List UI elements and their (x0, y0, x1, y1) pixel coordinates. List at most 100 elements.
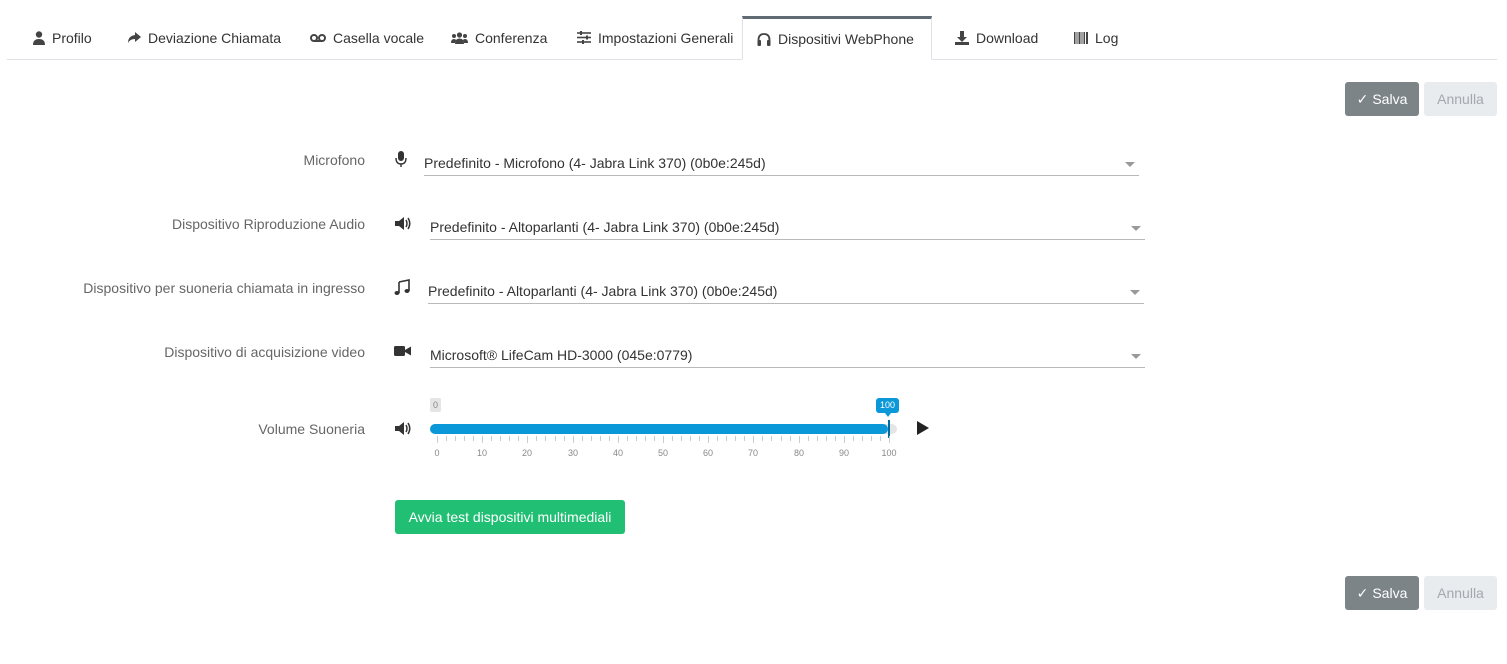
slider-tick (726, 436, 727, 441)
headphones-icon (757, 32, 771, 46)
slider-fill (430, 424, 888, 434)
slider-tick-label: 20 (521, 448, 533, 458)
slider-tick-label: 10 (476, 448, 488, 458)
microphone-select[interactable]: Predefinito - Microfono (4- Jabra Link 3… (424, 154, 1139, 176)
slider-tick (473, 436, 474, 441)
volume-icon (395, 422, 411, 435)
music-icon (394, 279, 410, 295)
slider-tick (491, 436, 492, 441)
sliders-icon (577, 31, 591, 44)
slider-tick (781, 436, 782, 441)
slider-tick (808, 436, 809, 441)
save-label: Salva (1372, 91, 1408, 107)
tab-download[interactable]: Download (941, 16, 1052, 59)
cancel-button-bottom[interactable]: Annulla (1424, 576, 1497, 610)
chevron-down-icon (1130, 290, 1140, 295)
slider-tick (690, 436, 691, 441)
slider-tick (790, 436, 791, 441)
cancel-button-top[interactable]: Annulla (1424, 82, 1497, 116)
play-icon[interactable] (917, 421, 929, 435)
slider-tick (518, 436, 519, 441)
slider-tick (464, 436, 465, 441)
slider-tick (771, 436, 772, 441)
slider-tick-label: 70 (747, 448, 759, 458)
slider-tick (844, 436, 845, 443)
slider-tick (591, 436, 592, 441)
slider-tick (735, 436, 736, 441)
tab-profilo[interactable]: Profilo (19, 16, 106, 59)
slider-tick (826, 436, 827, 441)
share-icon (128, 31, 141, 43)
tab-conferenza[interactable]: Conferenza (437, 16, 561, 59)
slider-tick-label: 60 (702, 448, 714, 458)
volume-icon (395, 217, 411, 230)
slider-tick (455, 436, 456, 441)
slider-tick (555, 436, 556, 441)
microphone-value: Predefinito - Microfono (4- Jabra Link 3… (424, 155, 766, 171)
save-button-bottom[interactable]: ✓ Salva (1345, 576, 1419, 610)
slider-tick (482, 436, 483, 443)
tab-casella-vocale[interactable]: Casella vocale (296, 16, 438, 59)
slider-tick (663, 436, 664, 443)
slider-tick (564, 436, 565, 441)
ringer-label: Dispositivo per suoneria chiamata in ing… (83, 280, 365, 296)
ringer-value: Predefinito - Altoparlanti (4- Jabra Lin… (428, 283, 778, 299)
chevron-down-icon (1131, 226, 1141, 231)
cancel-label: Annulla (1437, 585, 1484, 601)
download-icon (955, 30, 969, 45)
microphone-icon (395, 151, 407, 167)
tab-bar: Profilo Deviazione Chiamata Casella voca… (7, 16, 1497, 60)
slider-tick (744, 436, 745, 441)
slider-tick (699, 436, 700, 441)
playback-value: Predefinito - Altoparlanti (4- Jabra Lin… (430, 219, 780, 235)
slider-min-bubble: 0 (430, 398, 442, 412)
video-select[interactable]: Microsoft® LifeCam HD-3000 (045e:0779) (430, 346, 1145, 368)
slider-tick (889, 436, 890, 443)
save-button-top[interactable]: ✓ Salva (1345, 82, 1419, 116)
start-media-test-button[interactable]: Avvia test dispositivi multimediali (395, 500, 625, 534)
slider-tick (817, 436, 818, 441)
slider-tick-label: 30 (567, 448, 579, 458)
slider-tick (509, 436, 510, 441)
slider-tick (446, 436, 447, 441)
video-label: Dispositivo di acquisizione video (164, 344, 365, 360)
video-camera-icon (394, 346, 411, 356)
volume-label: Volume Suoneria (258, 421, 365, 437)
check-icon: ✓ (1356, 584, 1369, 601)
slider-tick-label: 40 (612, 448, 624, 458)
playback-select[interactable]: Predefinito - Altoparlanti (4- Jabra Lin… (430, 218, 1145, 240)
slider-tick (681, 436, 682, 441)
slider-tick-label: 90 (838, 448, 850, 458)
volume-slider[interactable] (430, 420, 897, 438)
slider-tick-label: 80 (793, 448, 805, 458)
voicemail-icon (310, 33, 326, 42)
playback-label: Dispositivo Riproduzione Audio (172, 216, 365, 232)
tab-log[interactable]: Log (1060, 16, 1132, 59)
tab-impostazioni-generali[interactable]: Impostazioni Generali (563, 16, 747, 59)
ringer-select[interactable]: Predefinito - Altoparlanti (4- Jabra Lin… (428, 282, 1144, 304)
slider-tick-label: 50 (657, 448, 669, 458)
slider-tick (545, 436, 546, 441)
tab-dispositivi-webphone[interactable]: Dispositivi WebPhone (742, 16, 932, 60)
slider-tick (708, 436, 709, 443)
check-icon: ✓ (1356, 90, 1369, 107)
slider-tick (654, 436, 655, 441)
slider-tick (645, 436, 646, 441)
cancel-label: Annulla (1437, 91, 1484, 107)
tab-label: Profilo (52, 29, 92, 46)
tab-label: Impostazioni Generali (598, 29, 734, 46)
microphone-label: Microfono (303, 152, 365, 168)
slider-tick (880, 436, 881, 441)
slider-tick (500, 436, 501, 441)
slider-tick (437, 436, 438, 443)
slider-tick (835, 436, 836, 441)
barcode-icon (1074, 31, 1088, 44)
tab-deviazione-chiamata[interactable]: Deviazione Chiamata (113, 16, 295, 59)
user-icon (33, 30, 45, 45)
video-value: Microsoft® LifeCam HD-3000 (045e:0779) (430, 347, 693, 363)
slider-tick (636, 436, 637, 441)
slider-tick (871, 436, 872, 441)
tab-label: Dispositivi WebPhone (778, 31, 914, 47)
slider-ticks (437, 436, 890, 444)
slider-tick (609, 436, 610, 441)
